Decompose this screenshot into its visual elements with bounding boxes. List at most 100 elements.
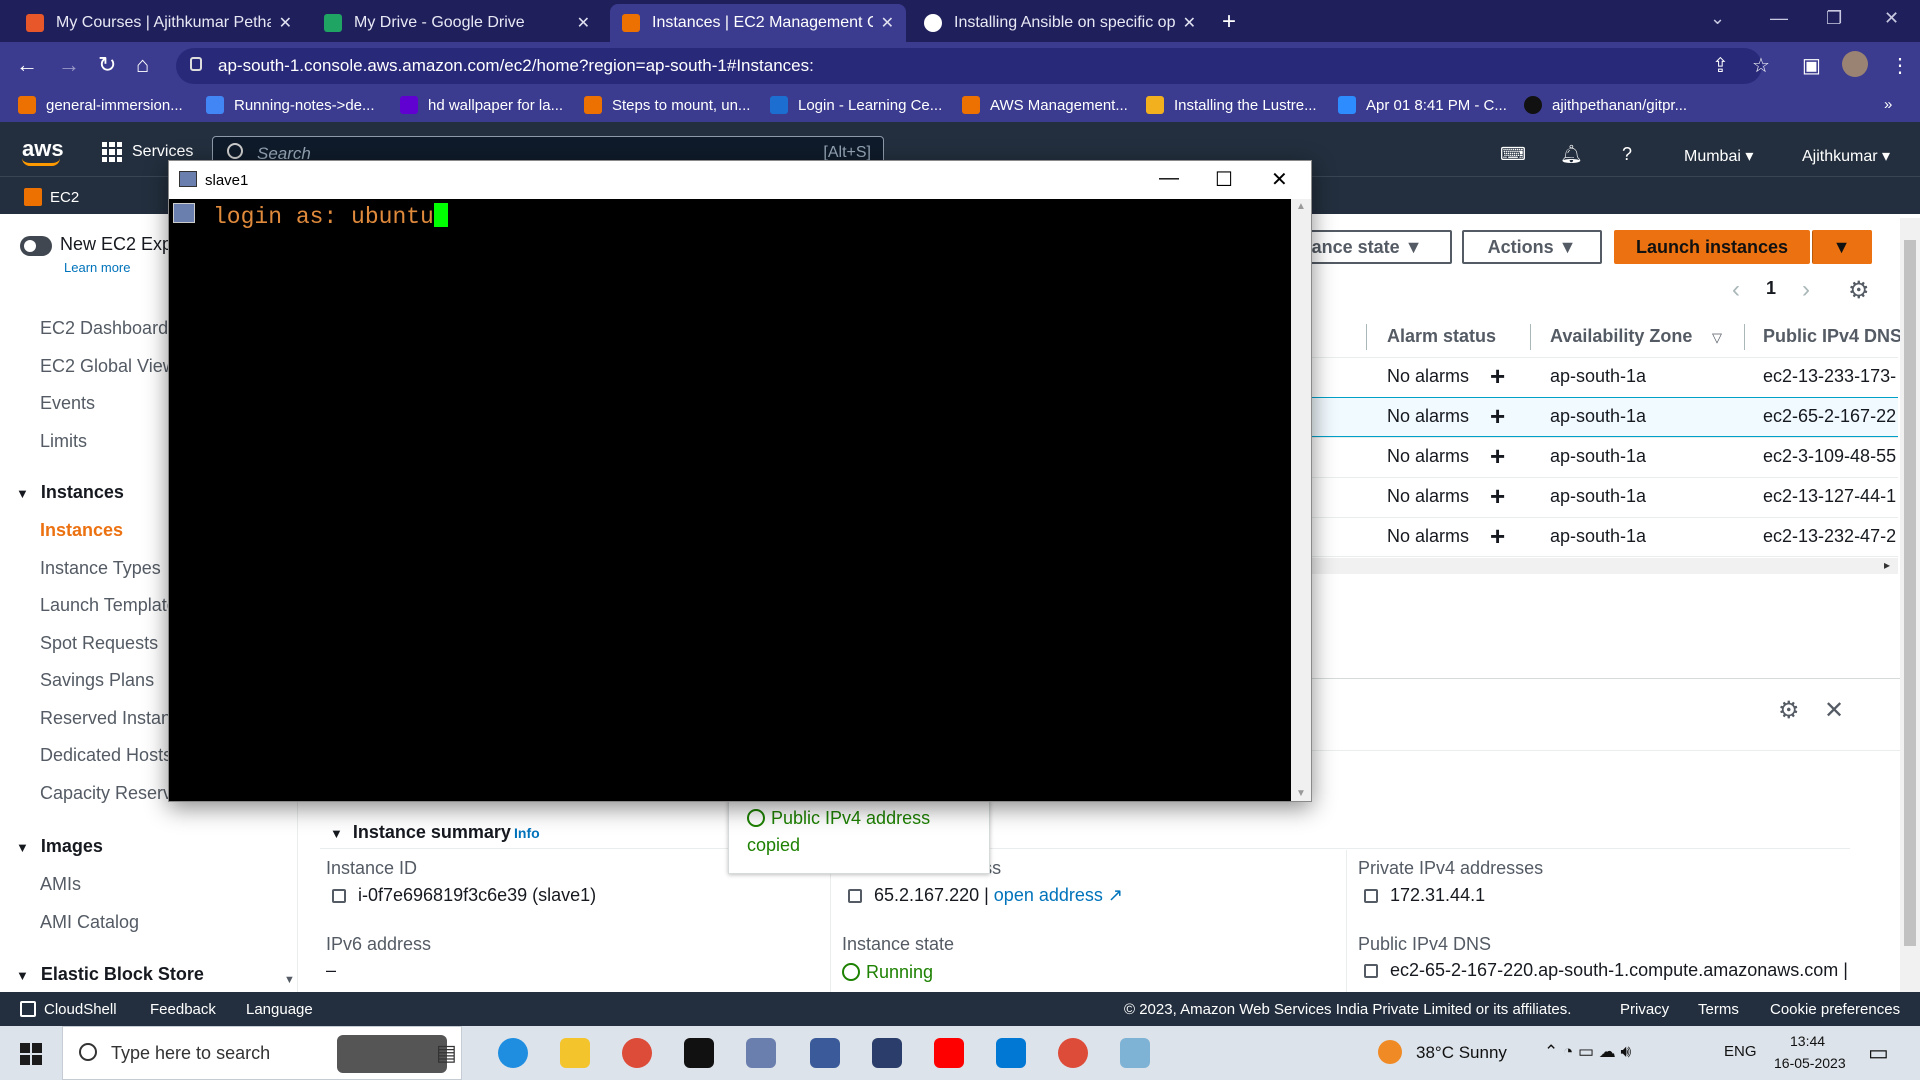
instance-summary-toggle[interactable]: ▼ Instance summary <box>330 822 511 843</box>
sidebar-section-instances[interactable]: Instances <box>16 482 124 503</box>
privacy-link[interactable]: Privacy <box>1620 1001 1669 1018</box>
notifications-icon[interactable]: ▭ <box>1868 1040 1889 1066</box>
close-tab-icon[interactable]: ✕ <box>1183 13 1196 33</box>
terms-link[interactable]: Terms <box>1698 1001 1739 1018</box>
putty-maximize-icon[interactable]: ☐ <box>1215 167 1233 192</box>
system-tray-icons[interactable]: ⌃ ◔ ▭ ☁ 🔊︎ <box>1544 1042 1631 1062</box>
services-menu-button[interactable]: Services <box>102 142 193 162</box>
putty-close-icon[interactable]: ✕ <box>1271 167 1288 192</box>
cloudshell-link[interactable]: CloudShell <box>20 1001 117 1018</box>
taskbar-search-input[interactable]: Type here to search <box>62 1026 462 1080</box>
clock-time[interactable]: 13:44 <box>1790 1033 1825 1049</box>
scroll-down-icon[interactable]: ▼ <box>1296 788 1306 799</box>
terminal-scrollbar[interactable]: ▲ ▼ <box>1291 199 1311 801</box>
sidebar-scroll-down-icon[interactable]: ▼ <box>284 974 295 986</box>
sidebar-item-instances[interactable]: Instances <box>40 520 123 541</box>
region-selector[interactable]: Mumbai ▾ <box>1684 146 1753 166</box>
add-alarm-icon[interactable]: + <box>1490 361 1505 392</box>
chrome-profile-icon[interactable] <box>1058 1038 1088 1068</box>
putty-gen-icon[interactable] <box>872 1038 902 1068</box>
feedback-link[interactable]: Feedback <box>150 1001 216 1018</box>
sidebar-item-global-view[interactable]: EC2 Global View <box>40 356 176 377</box>
close-panel-icon[interactable]: ✕ <box>1824 696 1844 725</box>
scroll-up-icon[interactable]: ▲ <box>1296 201 1306 212</box>
url-field[interactable]: ap-south-1.console.aws.amazon.com/ec2/ho… <box>176 48 1762 84</box>
youtube-icon[interactable] <box>934 1038 964 1068</box>
restore-icon[interactable]: ❐ <box>1826 8 1842 29</box>
launch-instances-button[interactable]: Launch instances <box>1614 230 1810 264</box>
table-settings-gear-icon[interactable]: ⚙ <box>1848 276 1870 305</box>
windows-start-icon[interactable] <box>20 1043 42 1065</box>
page-number[interactable]: 1 <box>1766 278 1776 299</box>
sidebar-item-ec2-dashboard[interactable]: EC2 Dashboard <box>40 318 168 339</box>
column-header-public-dns[interactable]: Public IPv4 DNS <box>1763 326 1902 347</box>
task-view-icon[interactable]: ▤ <box>436 1040 466 1070</box>
prev-page-icon[interactable]: ‹ <box>1732 276 1740 304</box>
sidebar-item-spot-requests[interactable]: Spot Requests <box>40 633 158 654</box>
reload-icon[interactable]: ↻ <box>98 52 116 78</box>
copy-icon[interactable] <box>1364 964 1378 978</box>
putty-minimize-icon[interactable]: — <box>1159 167 1179 190</box>
sidebar-section-images[interactable]: Images <box>16 836 103 857</box>
profile-avatar[interactable] <box>1842 51 1868 77</box>
bookmark-item[interactable]: ajithpethanan/gitpr... <box>1524 96 1687 114</box>
next-page-icon[interactable]: › <box>1802 276 1810 304</box>
sidebar-item-events[interactable]: Events <box>40 393 95 414</box>
close-tab-icon[interactable]: ✕ <box>881 13 894 33</box>
putty-taskbar-icon[interactable] <box>746 1038 776 1068</box>
table-row[interactable]: No alarms + ap-south-1a ec2-13-232-47-2 <box>1312 517 1898 557</box>
input-language[interactable]: ENG <box>1724 1043 1757 1060</box>
tab-my-courses[interactable]: My Courses | Ajithkumar Pethana ✕ <box>14 4 304 42</box>
close-tab-icon[interactable]: ✕ <box>279 13 292 33</box>
copy-icon[interactable] <box>1364 889 1378 903</box>
page-vertical-scrollbar[interactable] <box>1900 218 1920 992</box>
netflix-icon[interactable] <box>684 1038 714 1068</box>
bookmark-item[interactable]: hd wallpaper for la... <box>400 96 563 114</box>
copy-icon[interactable] <box>332 889 346 903</box>
new-tab-icon[interactable]: + <box>1222 8 1236 36</box>
chrome-icon[interactable] <box>622 1038 652 1068</box>
scroll-right-icon[interactable]: ▸ <box>1884 558 1890 572</box>
notifications-bell-icon[interactable]: 🔔︎ <box>1560 144 1583 165</box>
close-tab-icon[interactable]: ✕ <box>577 13 590 33</box>
side-panel-icon[interactable]: ▣ <box>1802 53 1821 78</box>
forward-icon[interactable]: → <box>58 52 80 78</box>
tab-search-icon[interactable]: ⌄ <box>1710 8 1725 29</box>
close-window-icon[interactable]: ✕ <box>1884 8 1899 29</box>
table-row[interactable]: No alarms + ap-south-1a ec2-13-233-173- <box>1312 357 1898 397</box>
minimize-icon[interactable]: — <box>1770 8 1788 29</box>
copy-icon[interactable] <box>848 889 862 903</box>
column-header-alarm-status[interactable]: Alarm status <box>1387 326 1496 347</box>
actions-button[interactable]: Actions ▼ <box>1462 230 1602 264</box>
table-horizontal-scrollbar[interactable]: ▸ <box>1312 558 1898 574</box>
share-icon[interactable]: ⇪ <box>1712 53 1729 78</box>
edge-browser-icon[interactable] <box>498 1038 528 1068</box>
add-alarm-icon[interactable]: + <box>1490 401 1505 432</box>
table-row[interactable]: No alarms + ap-south-1a ec2-65-2-167-22 <box>1312 397 1898 437</box>
bookmark-item[interactable]: general-immersion... <box>18 96 183 114</box>
add-alarm-icon[interactable]: + <box>1490 481 1505 512</box>
back-icon[interactable]: ← <box>16 52 38 78</box>
info-link[interactable]: Info <box>514 825 540 841</box>
menu-kebab-icon[interactable]: ⋮ <box>1890 53 1910 78</box>
launch-dropdown-icon[interactable]: ▼ <box>1812 230 1872 264</box>
cookie-preferences-link[interactable]: Cookie preferences <box>1770 1001 1900 1018</box>
sort-icon[interactable]: ▽ <box>1712 330 1722 346</box>
sidebar-section-ebs[interactable]: Elastic Block Store <box>16 964 204 985</box>
sidebar-item-dedicated-hosts[interactable]: Dedicated Hosts <box>40 745 172 766</box>
table-row[interactable]: No alarms + ap-south-1a ec2-3-109-48-55 <box>1312 437 1898 477</box>
putty-title-bar[interactable]: slave1 — ☐ ✕ <box>169 161 1311 199</box>
sidebar-item-ami-catalog[interactable]: AMI Catalog <box>40 912 139 933</box>
more-bookmarks-icon[interactable]: » <box>1884 96 1892 113</box>
add-alarm-icon[interactable]: + <box>1490 521 1505 552</box>
scrollbar-thumb[interactable] <box>1904 240 1916 946</box>
account-menu[interactable]: Ajithkumar ▾ <box>1802 146 1890 166</box>
learn-more-link[interactable]: Learn more <box>64 260 130 275</box>
bookmark-item[interactable]: Login - Learning Ce... <box>770 96 942 114</box>
bookmark-item[interactable]: Apr 01 8:41 PM - C... <box>1338 96 1507 114</box>
file-explorer-icon[interactable] <box>560 1038 590 1068</box>
weather-sun-icon[interactable] <box>1378 1040 1402 1064</box>
home-icon[interactable]: ⌂ <box>136 52 149 78</box>
microsoft-store-icon[interactable] <box>996 1038 1026 1068</box>
terminal-screen[interactable]: login as: ubuntu <box>169 199 1291 801</box>
